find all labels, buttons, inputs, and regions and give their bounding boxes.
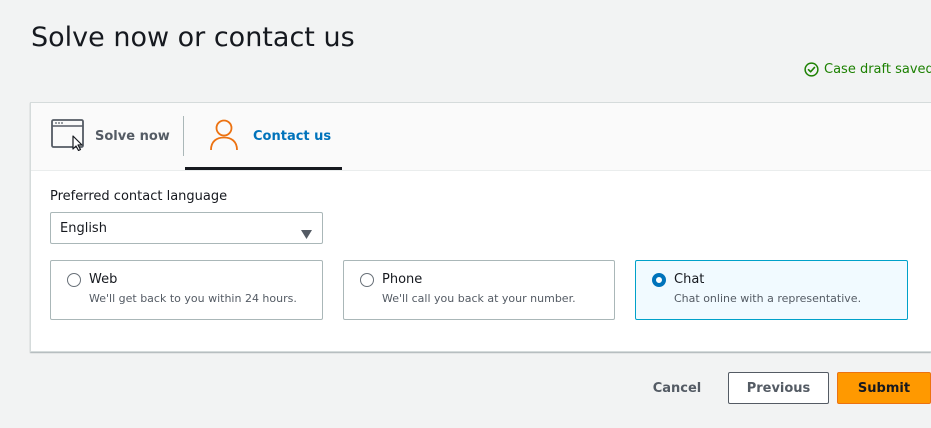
- page-title: Solve now or contact us: [31, 22, 355, 54]
- contact-language-label: Preferred contact language: [50, 189, 228, 204]
- support-options-panel: Solve now Contact us Preferred contact l…: [30, 102, 931, 352]
- radio-web[interactable]: [67, 273, 81, 287]
- contact-option-chat-title: Chat: [674, 272, 705, 287]
- contact-option-chat[interactable]: Chat Chat online with a representative.: [635, 260, 908, 320]
- radio-phone[interactable]: [360, 273, 374, 287]
- browser-cursor-icon: [51, 118, 85, 155]
- active-tab-indicator: [185, 167, 342, 170]
- cancel-button[interactable]: Cancel: [642, 372, 712, 404]
- submit-button[interactable]: Submit: [837, 372, 931, 404]
- check-circle-icon: [804, 62, 819, 77]
- contact-option-phone[interactable]: Phone We'll call you back at your number…: [343, 260, 615, 320]
- contact-option-web[interactable]: Web We'll get back to you within 24 hour…: [50, 260, 323, 320]
- contact-option-web-description: We'll get back to you within 24 hours.: [89, 292, 297, 305]
- radio-chat[interactable]: [652, 273, 666, 287]
- contact-option-phone-title: Phone: [382, 272, 423, 287]
- draft-saved-text: Case draft saved: [824, 62, 931, 77]
- previous-button[interactable]: Previous: [728, 372, 829, 404]
- contact-language-select[interactable]: English: [50, 212, 323, 244]
- draft-saved-status: Case draft saved: [804, 62, 931, 77]
- contact-language-value: English: [60, 220, 107, 236]
- tab-divider: [183, 116, 184, 156]
- tab-contact-us[interactable]: Contact us: [209, 103, 331, 170]
- user-icon: [209, 119, 239, 155]
- tab-solve-now-label: Solve now: [95, 129, 170, 144]
- tab-solve-now[interactable]: Solve now: [51, 103, 170, 170]
- tab-bar: Solve now Contact us: [31, 103, 931, 171]
- contact-option-phone-description: We'll call you back at your number.: [382, 292, 576, 305]
- contact-option-chat-description: Chat online with a representative.: [674, 292, 862, 305]
- tab-contact-us-label: Contact us: [253, 129, 332, 144]
- caret-down-icon: [301, 224, 312, 243]
- contact-option-web-title: Web: [89, 272, 118, 287]
